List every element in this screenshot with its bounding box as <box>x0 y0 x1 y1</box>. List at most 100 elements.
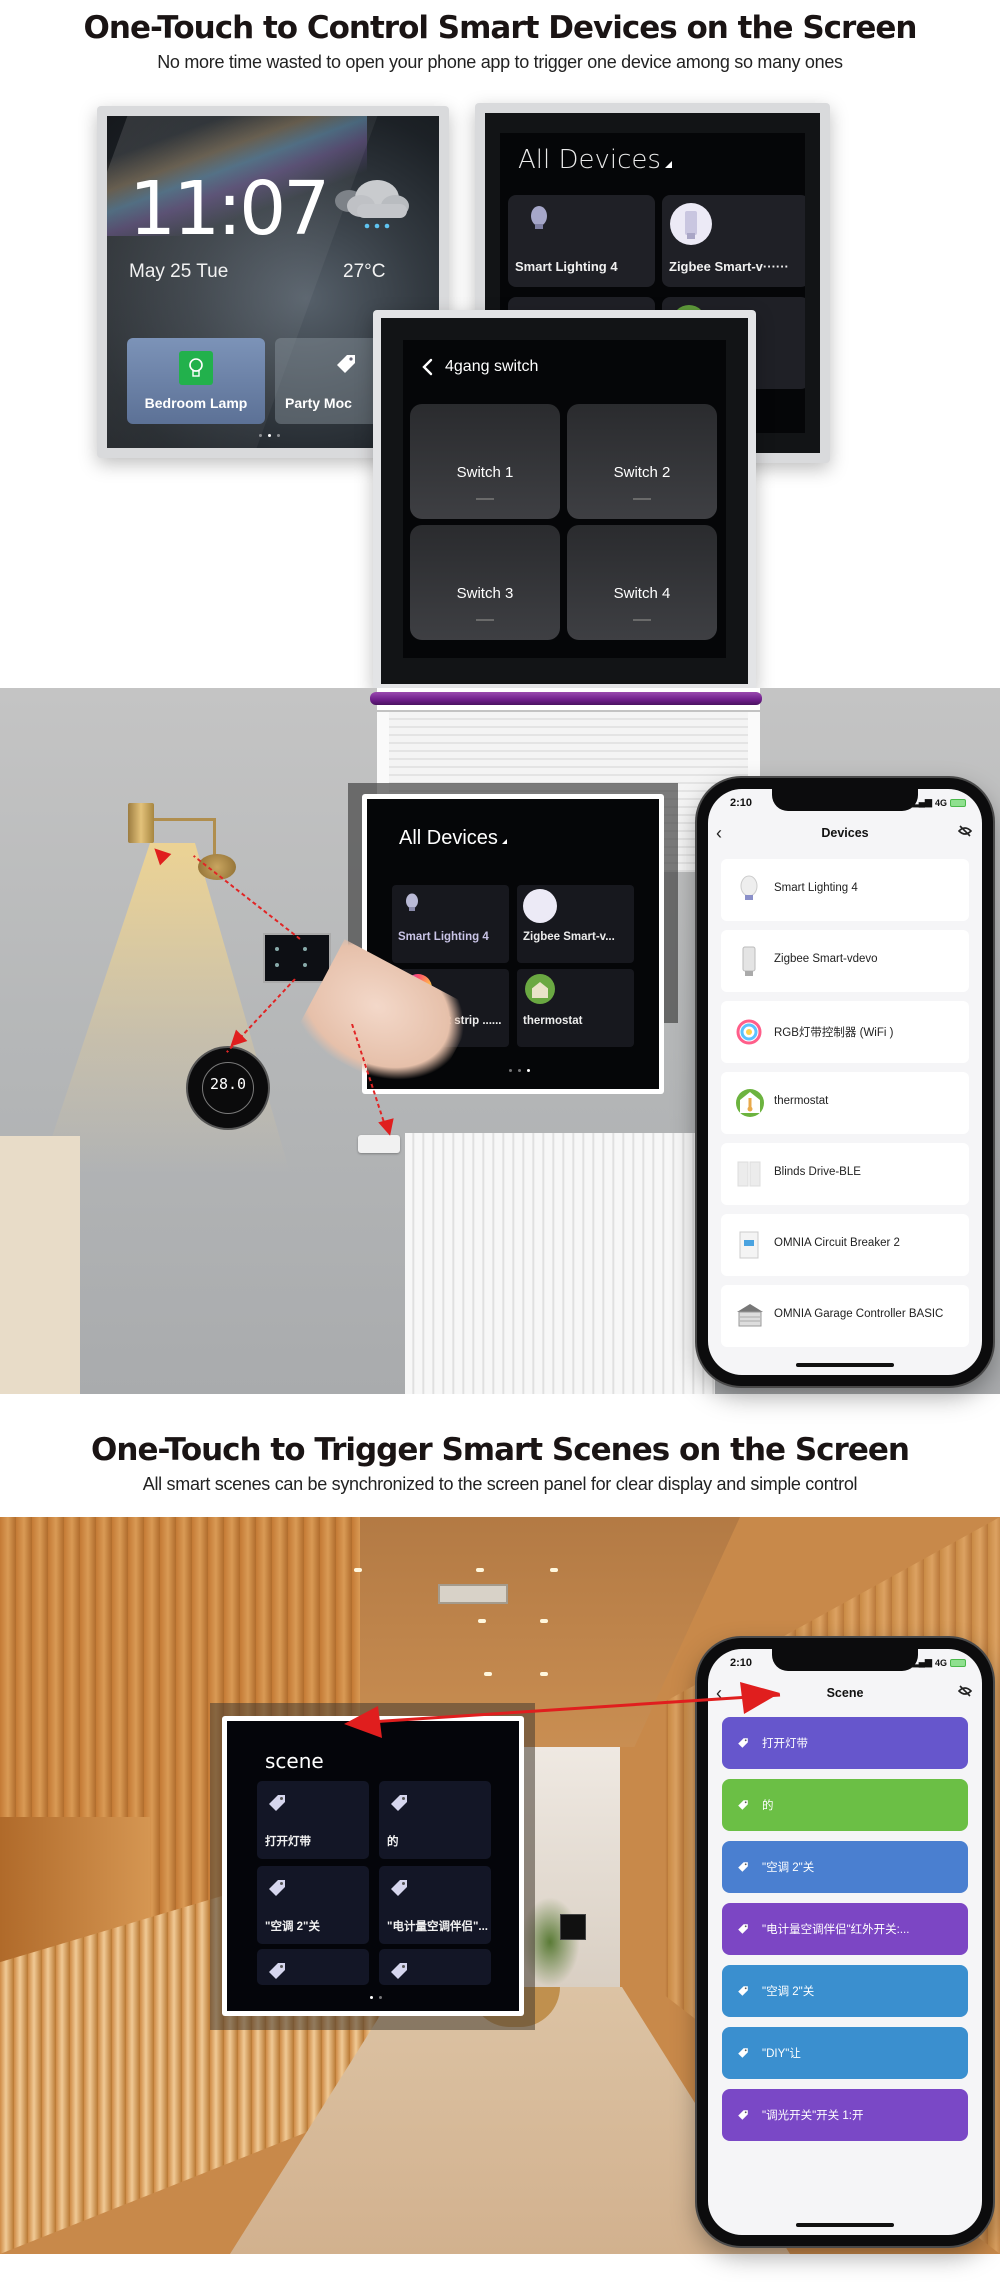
devices-title[interactable]: All Devices <box>399 827 507 850</box>
scene-card[interactable] <box>257 1949 369 1985</box>
lamp-arm <box>154 818 216 821</box>
device-card[interactable]: Zigbee Smart-v... <box>517 885 634 963</box>
home-indicator[interactable] <box>796 2223 894 2227</box>
gang-screen: 4gang switch Switch 1 Switch 2 Switch 3 … <box>403 340 726 658</box>
tile-label: Bedroom Lamp <box>144 395 248 411</box>
tag-icon <box>267 1793 287 1813</box>
nav-title: Devices <box>821 826 869 840</box>
scene-list-item[interactable]: "调光开关"开关 1:开 <box>722 2089 968 2141</box>
switch-indicator <box>633 498 651 500</box>
tag-icon <box>737 1860 749 1872</box>
scene-card[interactable]: 的 <box>379 1781 491 1859</box>
phone-screen: 2:10 ▂▄▆ 4G ‹ Devices Smart Lighting 4 Zi… <box>708 789 982 1375</box>
status-time: 2:10 <box>730 1657 753 1669</box>
signal-icon: ▂▄▆ <box>911 797 932 807</box>
wall-control-panel <box>263 933 331 983</box>
tile-bedroom-lamp[interactable]: Bedroom Lamp <box>127 338 265 424</box>
valve-icon <box>523 889 557 923</box>
tag-icon <box>335 353 357 375</box>
switch-2-button[interactable]: Switch 2 <box>567 404 717 519</box>
dropdown-corner-icon <box>501 839 507 844</box>
page-indicator <box>370 1996 382 1999</box>
thermostat-device: 28.0 <box>188 1048 268 1128</box>
chevron-left-icon[interactable] <box>421 356 435 378</box>
tag-icon <box>737 1798 749 1810</box>
switch-3-button[interactable]: Switch 3 <box>410 525 560 640</box>
device-card[interactable]: Smart Lighting 4 <box>508 195 655 287</box>
scene-list-item[interactable]: "DIY"让 <box>722 2027 968 2079</box>
page-dot <box>379 1996 382 1999</box>
scene-list-label: "调光开关"开关 1:开 <box>762 2110 864 2122</box>
device-card[interactable]: Smart Lighting 4 <box>392 885 509 963</box>
scene-card[interactable]: "空调 2"关 <box>257 1866 369 1944</box>
home-indicator[interactable] <box>796 1363 894 1367</box>
gang-title: 4gang switch <box>445 358 539 375</box>
scene-card-label: "空调 2"关 <box>265 1921 320 1933</box>
scene-title: scene <box>265 1749 324 1773</box>
thermostat-display: 28.0 <box>209 1075 247 1093</box>
scene-screen: scene 打开灯带 的 "空调 2"关 "电计量空调伴侣"... <box>227 1721 519 2011</box>
lamp-light-beam <box>40 843 290 1173</box>
device-list-item[interactable]: OMNIA Circuit Breaker 2 <box>721 1214 969 1276</box>
device-list-item[interactable]: thermostat <box>721 1072 969 1134</box>
tag-icon <box>389 1878 409 1898</box>
scene-list-item[interactable]: "空调 2"关 <box>722 1965 968 2017</box>
status-indicators: ▂▄▆ 4G <box>912 1657 966 1668</box>
product-page: One-Touch to Control Smart Devices on th… <box>0 0 1000 2282</box>
device-card-label: Zigbee Smart-v... <box>523 931 615 943</box>
device-card[interactable]: Zigbee Smart-v······ <box>662 195 805 287</box>
switch-1-button[interactable]: Switch 1 <box>410 404 560 519</box>
temperature-readout: 27°C <box>343 261 386 282</box>
section2-subtitle: All smart scenes can be synchronized to … <box>142 1474 858 1494</box>
device-list-item[interactable]: Blinds Drive-BLE <box>721 1143 969 1205</box>
eye-off-icon[interactable] <box>957 825 973 840</box>
lightbulb-icon <box>528 205 550 235</box>
scene-list-item[interactable]: "电计量空调伴侣"红外开关:... <box>722 1903 968 1955</box>
device-card-label: Zigbee Smart-v······ <box>669 259 789 274</box>
page-dot-active <box>527 1069 530 1072</box>
scene-list-item[interactable]: "空调 2"关 <box>722 1841 968 1893</box>
rgb-ring-icon <box>735 1016 763 1048</box>
device-list-label: OMNIA Circuit Breaker 2 <box>774 1237 900 1249</box>
page-indicator <box>259 434 280 437</box>
battery-icon <box>950 798 966 807</box>
scene-card[interactable] <box>379 1949 491 1985</box>
switch-indicator <box>476 619 494 621</box>
garage-icon <box>735 1300 763 1332</box>
scene-card-label: 打开灯带 <box>265 1836 311 1848</box>
eye-off-icon[interactable] <box>957 1685 973 1700</box>
ceiling-vent <box>438 1584 508 1604</box>
phone-notch <box>772 1649 918 1671</box>
gang-switch-panel: 4gang switch Switch 1 Switch 2 Switch 3 … <box>373 310 756 690</box>
scene-list-item[interactable]: 的 <box>722 1779 968 1831</box>
device-card-label: Smart Lighting 4 <box>398 931 489 943</box>
dropdown-corner-icon <box>664 161 672 168</box>
device-list-label: RGB灯带控制器 (WiFi ) <box>774 1027 894 1039</box>
tag-icon <box>737 2046 749 2058</box>
tag-icon <box>389 1961 409 1981</box>
network-label: 4G <box>934 797 947 808</box>
devices-title[interactable]: All Devices <box>518 145 672 175</box>
device-card[interactable]: thermostat <box>517 969 634 1047</box>
status-time: 2:10 <box>730 797 753 809</box>
device-list-item[interactable]: RGB灯带控制器 (WiFi ) <box>721 1001 969 1063</box>
valve-icon <box>735 945 763 977</box>
page-dot <box>518 1069 521 1072</box>
scene-card[interactable]: 打开灯带 <box>257 1781 369 1859</box>
scene-card-label: 的 <box>387 1836 399 1848</box>
device-list-item[interactable]: Zigbee Smart-vdevo <box>721 930 969 992</box>
device-list-label: Smart Lighting 4 <box>774 882 858 894</box>
signal-icon: ▂▄▆ <box>911 1657 932 1667</box>
scene-card[interactable]: "电计量空调伴侣"... <box>379 1866 491 1944</box>
device-list-item[interactable]: OMNIA Garage Controller BASIC <box>721 1285 969 1347</box>
section1-title: One-Touch to Control Smart Devices on th… <box>83 10 918 46</box>
device-list-label: OMNIA Garage Controller BASIC <box>774 1308 944 1320</box>
section2-title: One-Touch to Trigger Smart Scenes on the… <box>91 1432 910 1468</box>
device-list-item[interactable]: Smart Lighting 4 <box>721 859 969 921</box>
page-indicator <box>509 1069 530 1072</box>
scene-card-label: "电计量空调伴侣"... <box>387 1921 488 1933</box>
tag-icon <box>737 2108 749 2120</box>
devices-title-text: All Devices <box>518 145 661 175</box>
clock-time: 11:07 <box>129 166 330 252</box>
switch-4-button[interactable]: Switch 4 <box>567 525 717 640</box>
